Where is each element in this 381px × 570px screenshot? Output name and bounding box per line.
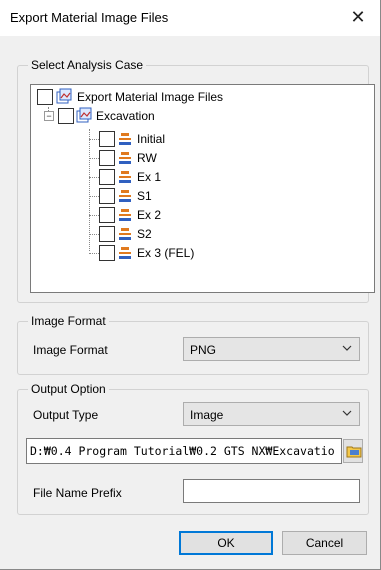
analysis-tree[interactable]: Export Material Image Files − Excavation <box>30 84 375 293</box>
output-path-field[interactable]: D:₩0.4 Program Tutorial₩0.2 GTS NX₩Excav… <box>26 438 342 464</box>
tree-connector <box>89 177 99 178</box>
stage-icon <box>118 246 132 264</box>
tree-connector <box>89 196 99 197</box>
cancel-button[interactable]: Cancel <box>282 531 367 555</box>
ok-button[interactable]: OK <box>179 531 273 555</box>
tree-root-label: Export Material Image Files <box>77 90 224 104</box>
image-format-group: Image Format Image Format PNG <box>17 314 369 375</box>
tree-connector <box>89 253 99 254</box>
stage-label: S1 <box>137 189 152 203</box>
image-format-value: PNG <box>190 343 217 357</box>
export-dialog: Export Material Image Files ✕ Select Ana… <box>0 0 381 570</box>
browse-folder-button[interactable] <box>343 439 363 463</box>
prefix-input[interactable] <box>183 479 360 503</box>
folder-icon <box>346 443 362 466</box>
image-format-select[interactable]: PNG <box>183 337 360 361</box>
tree-connector <box>89 139 99 140</box>
stage-label: S2 <box>137 227 152 241</box>
stage-checkbox[interactable] <box>99 169 115 185</box>
tree-connector <box>89 129 90 251</box>
root-checkbox[interactable] <box>37 89 53 105</box>
stage-icon <box>118 208 132 226</box>
tree-connector <box>89 234 99 235</box>
stage-icon <box>118 151 132 169</box>
image-files-icon <box>55 88 73 110</box>
stage-checkbox[interactable] <box>99 188 115 204</box>
output-type-select[interactable]: Image <box>183 402 360 426</box>
title-bar: Export Material Image Files ✕ <box>0 0 380 36</box>
stage-checkbox[interactable] <box>99 207 115 223</box>
stage-icon <box>118 170 132 188</box>
output-option-group: Output Option Output Type Image D:₩0.4 P… <box>17 382 369 515</box>
chevron-down-icon <box>341 407 353 422</box>
analysis-case-group: Select Analysis Case Export Material Ima… <box>17 58 375 303</box>
stage-checkbox[interactable] <box>99 131 115 147</box>
group-checkbox[interactable] <box>58 108 74 124</box>
output-path-value: D:₩0.4 Program Tutorial₩0.2 GTS NX₩Excav… <box>30 444 335 458</box>
chevron-down-icon <box>341 342 353 357</box>
prefix-label: File Name Prefix <box>33 486 122 500</box>
stage-checkbox[interactable] <box>99 245 115 261</box>
stage-label: Ex 2 <box>137 208 162 222</box>
collapse-icon[interactable]: − <box>44 111 54 121</box>
stage-icon <box>118 132 132 150</box>
output-type-value: Image <box>190 408 224 422</box>
stage-icon <box>118 227 132 245</box>
image-format-legend: Image Format <box>28 314 109 328</box>
output-option-legend: Output Option <box>28 382 109 396</box>
dialog-title: Export Material Image Files <box>10 10 169 25</box>
stage-icon <box>118 189 132 207</box>
tree-connector <box>89 215 99 216</box>
stage-label: Initial <box>137 132 166 146</box>
stage-checkbox[interactable] <box>99 226 115 242</box>
image-format-label: Image Format <box>33 343 108 357</box>
stage-group-icon <box>75 107 93 129</box>
tree-connector <box>89 158 99 159</box>
stage-label: Ex 3 (FEL) <box>137 246 195 260</box>
stage-label: Ex 1 <box>137 170 162 184</box>
stage-label: RW <box>137 151 157 165</box>
tree-group-label: Excavation <box>96 109 155 123</box>
analysis-case-legend: Select Analysis Case <box>28 58 147 72</box>
close-icon[interactable]: ✕ <box>336 0 380 36</box>
stage-checkbox[interactable] <box>99 150 115 166</box>
output-type-label: Output Type <box>33 408 99 422</box>
